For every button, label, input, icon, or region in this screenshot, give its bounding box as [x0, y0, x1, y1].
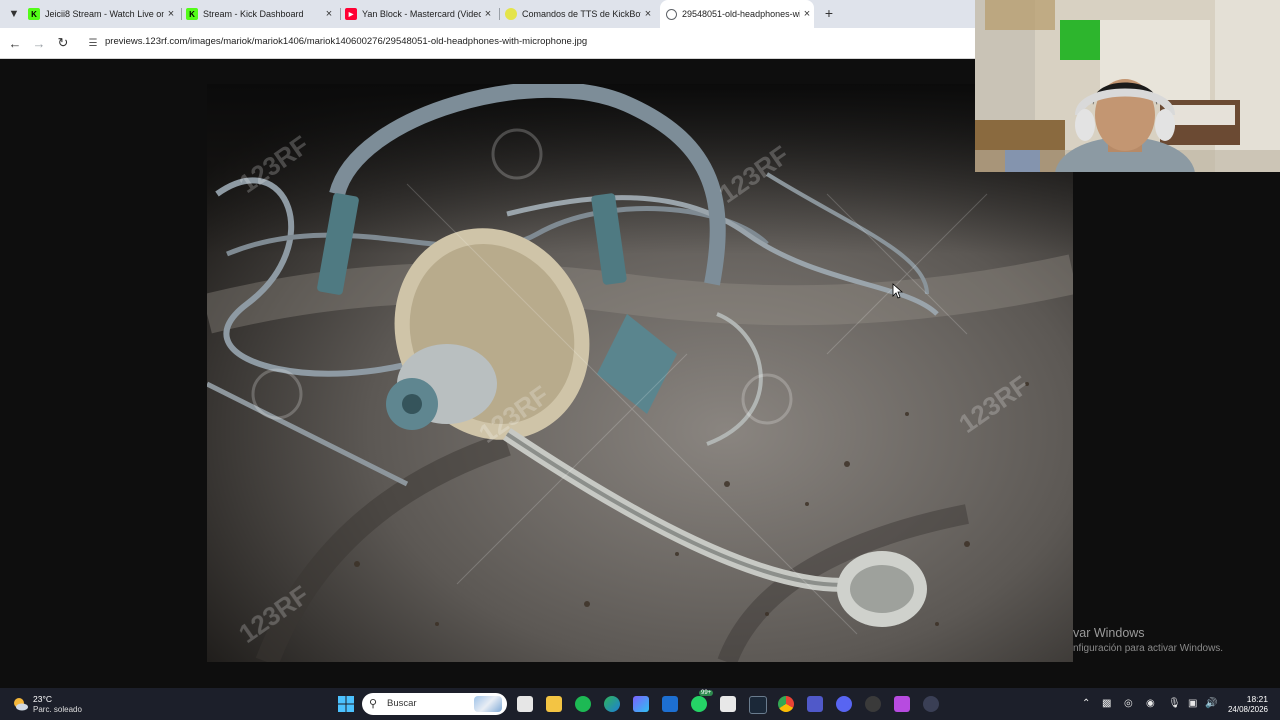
close-tab-icon[interactable]: ×	[481, 8, 495, 20]
tray-app-icon[interactable]: ◉	[1146, 698, 1155, 709]
forward-arrow-icon[interactable]: →	[30, 34, 48, 52]
tab-kick-dashboard[interactable]: K Stream - Kick Dashboard ×	[186, 0, 336, 28]
site-settings-icon[interactable]: ☰	[86, 36, 100, 50]
kick-icon: K	[186, 8, 198, 20]
outlook-icon[interactable]	[662, 696, 678, 712]
activation-subtitle: nfiguración para activar Windows.	[1073, 643, 1224, 654]
tab-strip: ▼ K Jeicii8 Stream - Watch Live on K × K…	[0, 0, 975, 28]
discord-icon[interactable]	[836, 696, 852, 712]
tab-headphones-image[interactable]: 29548051-old-headphones-with ×	[660, 0, 814, 28]
taskbar: 23°C Parc. soleado ⚲ Buscar 99+ ⌃ ▩ ◎ ◉ …	[0, 688, 1280, 720]
tab-search-chevron-icon[interactable]: ▼	[4, 4, 24, 24]
tab-label: Stream - Kick Dashboard	[203, 9, 304, 19]
tab-divider	[340, 8, 341, 20]
tab-divider	[499, 8, 500, 20]
address-bar[interactable]: previews.123rf.com/images/mariok/mariok1…	[105, 36, 587, 47]
tab-kickbot-tts[interactable]: Comandos de TTS de KickBot ×	[505, 0, 655, 28]
close-tab-icon[interactable]: ×	[800, 8, 814, 20]
file-explorer-icon[interactable]	[546, 696, 562, 712]
close-tab-icon[interactable]: ×	[164, 8, 178, 20]
new-tab-icon[interactable]: +	[820, 4, 838, 22]
chrome-icon[interactable]	[778, 696, 794, 712]
chevron-up-icon[interactable]: ⌃	[1082, 698, 1090, 709]
search-highlight-image	[474, 696, 502, 712]
tray-app-icon[interactable]: ▩	[1102, 698, 1111, 709]
kick-icon: K	[28, 8, 40, 20]
steam-icon[interactable]	[749, 696, 767, 714]
teams-icon[interactable]	[807, 696, 823, 712]
taskbar-search[interactable]: ⚲ Buscar	[362, 693, 507, 715]
edge-icon[interactable]	[604, 696, 620, 712]
headphones-photo: 123RF 123RF 123RF 123RF 123RF	[207, 84, 1073, 662]
clock-date[interactable]: 24/08/2026	[1214, 705, 1268, 714]
podcast-app-icon[interactable]	[894, 696, 910, 712]
microphone-icon[interactable]: 🎙	[1168, 698, 1181, 709]
windows-start-icon[interactable]	[338, 696, 354, 712]
tab-label: Comandos de TTS de KickBot	[522, 9, 641, 19]
whatsapp-badge: 99+	[699, 690, 714, 696]
reload-icon[interactable]: ↻	[54, 34, 72, 52]
search-placeholder: Buscar	[387, 698, 417, 709]
back-arrow-icon[interactable]: ←	[6, 34, 24, 52]
search-icon: ⚲	[369, 698, 378, 710]
whatsapp-icon[interactable]	[691, 696, 707, 712]
weather-condition[interactable]: Parc. soleado	[33, 705, 82, 714]
obs-icon[interactable]	[865, 696, 881, 712]
tab-divider	[181, 8, 182, 20]
mouse-cursor-icon	[892, 283, 904, 299]
copilot-icon[interactable]	[633, 696, 649, 712]
weather-temperature[interactable]: 23°C	[33, 694, 52, 704]
close-tab-icon[interactable]: ×	[641, 8, 655, 20]
kickbot-icon	[505, 8, 517, 20]
tray-app-icon[interactable]: ◎	[1124, 698, 1133, 709]
app-icon[interactable]	[923, 696, 939, 712]
spotify-icon[interactable]	[575, 696, 591, 712]
site-icon	[666, 8, 677, 20]
youtube-icon: ▶	[345, 8, 357, 20]
tab-yan-block-video[interactable]: ▶ Yan Block - Mastercard (Video O ×	[345, 0, 495, 28]
browser-toolbar: ← → ↻ ☰ previews.123rf.com/images/mariok…	[0, 28, 975, 59]
task-view-icon[interactable]	[517, 696, 533, 712]
activation-title: var Windows	[1073, 626, 1145, 640]
webcam-overlay	[975, 0, 1280, 172]
tab-label: Jeicii8 Stream - Watch Live on K	[45, 9, 164, 19]
tab-label: Yan Block - Mastercard (Video O	[362, 9, 481, 19]
clock-time[interactable]: 18:21	[1228, 694, 1268, 704]
tab-jeicii8-stream[interactable]: K Jeicii8 Stream - Watch Live on K ×	[28, 0, 178, 28]
partly-sunny-icon[interactable]	[12, 696, 28, 712]
close-tab-icon[interactable]: ×	[322, 8, 336, 20]
tab-label: 29548051-old-headphones-with	[682, 9, 800, 19]
microsoft-store-icon[interactable]	[720, 696, 736, 712]
network-icon[interactable]: ▣	[1188, 698, 1197, 709]
